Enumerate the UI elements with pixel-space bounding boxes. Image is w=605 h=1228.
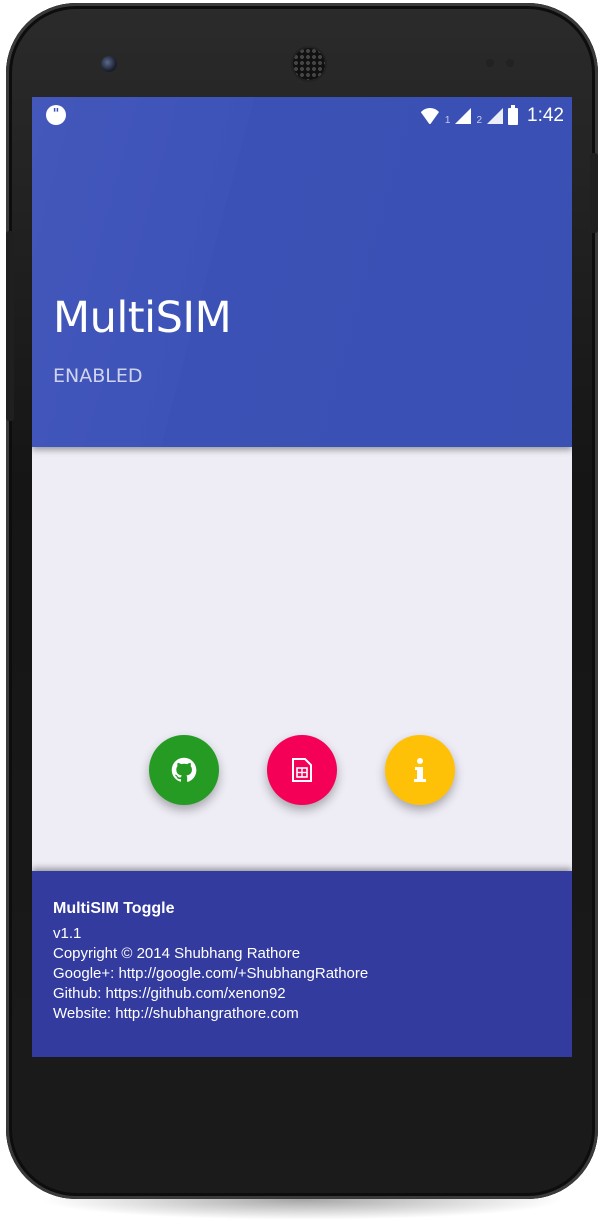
github-button[interactable] [149, 735, 219, 805]
about-footer: MultiSIM Toggle v1.1 Copyright © 2014 Sh… [32, 871, 572, 1057]
front-camera [101, 56, 117, 72]
sim1-label: 1 [444, 114, 451, 126]
earpiece-speaker [293, 48, 325, 80]
toggle-state-label: ENABLED [53, 365, 143, 387]
signal-icon-sim2 [487, 108, 504, 124]
info-button[interactable] [385, 735, 455, 805]
copyright-text: Copyright © 2014 Shubhang Rathore [53, 945, 301, 962]
bottom-bezel [32, 1057, 572, 1167]
toggle-sim-button[interactable] [267, 735, 337, 805]
about-title: MultiSIM Toggle [53, 900, 175, 917]
proximity-sensor [486, 59, 494, 67]
battery-icon [508, 104, 519, 125]
google-plus-link[interactable]: Google+: http://google.com/+ShubhangRath… [53, 964, 368, 984]
info-icon [414, 758, 426, 782]
sim-card-icon [292, 758, 312, 782]
website-link[interactable]: Website: http://shubhangrathore.com [53, 1004, 368, 1024]
status-icons: 1 2 1:42 [420, 103, 564, 129]
power-button [590, 153, 598, 233]
status-bar: " 1 2 1:42 [32, 97, 572, 135]
app-screen: " 1 2 1:42 MultiSIM ENABLED MultiSIM Tog… [32, 97, 572, 1057]
about-details: v1.1 Copyright © 2014 Shubhang Rathore G… [53, 924, 368, 1024]
app-title: MultiSIM [53, 293, 232, 343]
signal-icon-sim1 [455, 108, 472, 124]
hangouts-icon: " [46, 105, 66, 125]
light-sensor [506, 59, 514, 67]
github-icon [171, 757, 197, 782]
version-text: v1.1 [53, 925, 82, 942]
github-link[interactable]: Github: https://github.com/xenon92 [53, 984, 368, 1004]
volume-button [6, 231, 14, 421]
clock: 1:42 [527, 105, 564, 126]
wifi-icon [420, 108, 440, 124]
app-header: " 1 2 1:42 MultiSIM ENABLED [32, 97, 572, 447]
sim2-label: 2 [476, 114, 483, 126]
